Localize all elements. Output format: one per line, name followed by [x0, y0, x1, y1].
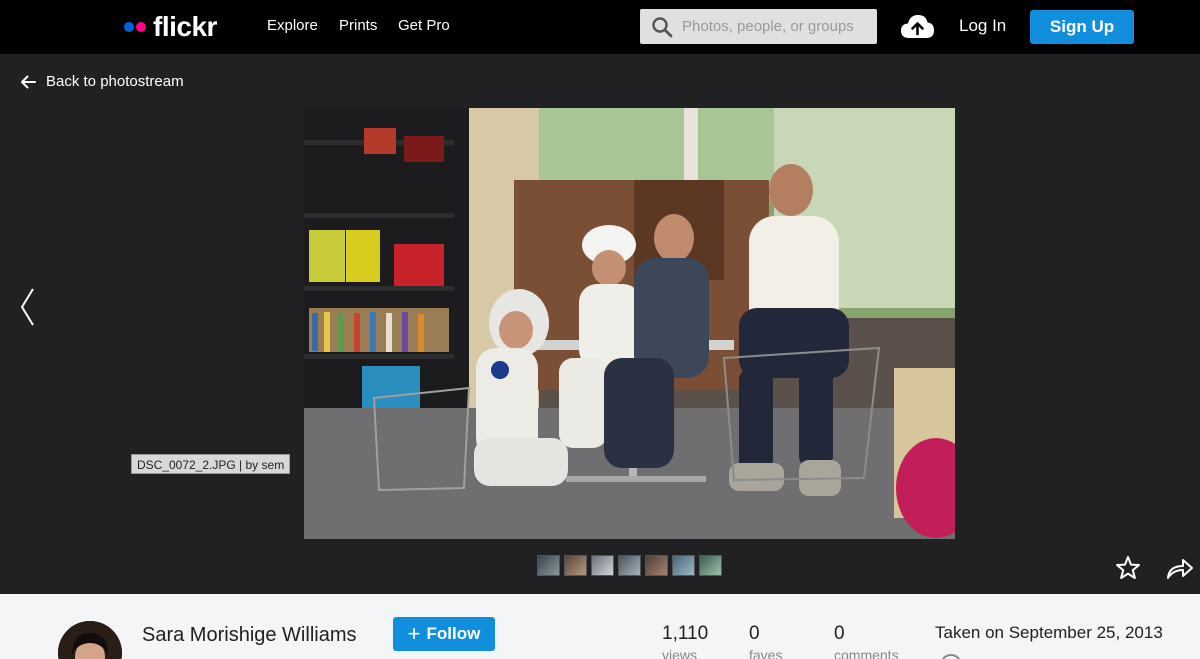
search-icon[interactable] [651, 16, 673, 38]
stat-comments: 0 comments [834, 623, 899, 659]
owner-name[interactable]: Sara Morishige Williams [142, 624, 357, 647]
signup-button[interactable]: Sign Up [1030, 10, 1134, 44]
filmstrip-thumbnail[interactable] [618, 555, 641, 576]
logo-text: flickr [153, 11, 217, 42]
stat-views-label: views [662, 647, 698, 659]
avatar-illustration [58, 621, 122, 659]
nav-explore[interactable]: Explore [267, 17, 318, 34]
nav-prints[interactable]: Prints [339, 17, 377, 34]
follow-label: Follow [426, 624, 481, 643]
filmstrip-thumbnail[interactable] [564, 555, 587, 576]
logo-blue-dot [124, 22, 134, 32]
filmstrip-thumbnail[interactable] [537, 555, 560, 576]
upload-cloud-icon[interactable] [900, 12, 935, 40]
stat-faves-label: faves [749, 647, 783, 659]
nav-get-pro[interactable]: Get Pro [398, 17, 450, 34]
filmstrip [537, 555, 722, 576]
star-icon[interactable] [1115, 555, 1141, 581]
stat-faves: 0 faves [749, 623, 782, 659]
photo-illustration [304, 108, 955, 539]
top-navigation: flickr Explore Prints Get Pro Log In Sig… [0, 0, 1200, 54]
chevron-left-icon[interactable] [18, 287, 38, 327]
follow-button[interactable]: + Follow [393, 617, 495, 651]
search-input[interactable] [682, 11, 872, 42]
info-circle-icon [940, 654, 962, 659]
logo-pink-dot [136, 22, 146, 32]
stat-views-value: 1,110 [662, 623, 709, 644]
search-box [640, 9, 877, 44]
plus-icon: + [407, 621, 421, 646]
arrow-left-icon [21, 75, 36, 88]
stat-faves-value: 0 [749, 623, 760, 644]
owner-avatar[interactable] [58, 621, 122, 659]
login-link[interactable]: Log In [959, 16, 1006, 36]
filmstrip-thumbnail[interactable] [672, 555, 695, 576]
taken-date: Taken on September 25, 2013 [935, 623, 1163, 642]
filmstrip-thumbnail[interactable] [699, 555, 722, 576]
main-photo[interactable] [304, 108, 955, 539]
stat-comments-label: comments [834, 647, 899, 659]
flickr-logo[interactable]: flickr [124, 11, 217, 42]
filmstrip-thumbnail[interactable] [591, 555, 614, 576]
back-to-photostream-link[interactable]: Back to photostream [20, 73, 184, 90]
share-arrow-icon[interactable] [1166, 555, 1194, 581]
filmstrip-thumbnail[interactable] [645, 555, 668, 576]
back-label: Back to photostream [46, 73, 184, 90]
stat-views: 1,110 views [662, 623, 708, 659]
image-filename-tooltip: DSC_0072_2.JPG | by sem [131, 454, 291, 474]
photo-info-panel: Sara Morishige Williams + Follow 1,110 v… [0, 594, 1200, 659]
stat-comments-value: 0 [834, 623, 845, 644]
